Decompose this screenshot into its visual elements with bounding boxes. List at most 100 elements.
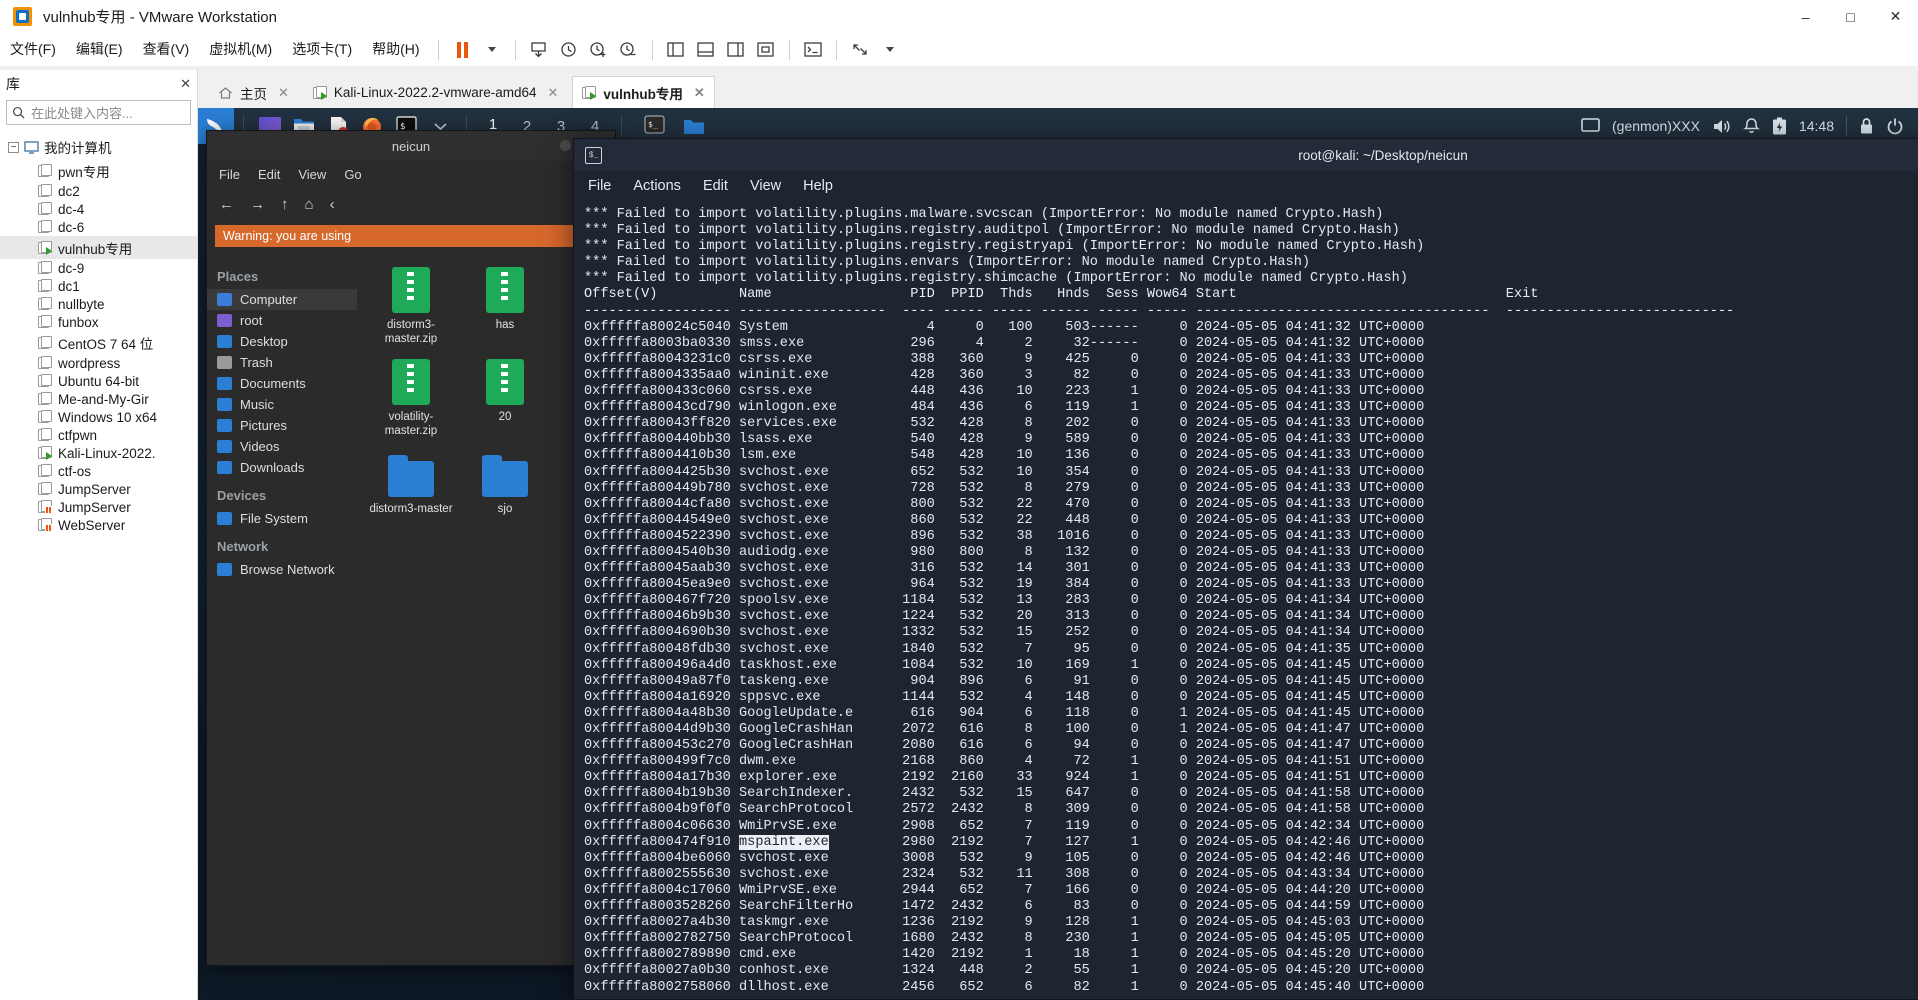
notification-bell-icon[interactable] (1742, 117, 1760, 135)
minimize-button[interactable]: – (1783, 0, 1828, 33)
folder-icon-file (461, 445, 549, 497)
vm-powered-off-icon (38, 428, 52, 442)
terminal-menu-help[interactable]: Help (803, 178, 833, 194)
tab-home[interactable]: 主页 ✕ (208, 76, 299, 108)
network-item[interactable]: Browse Network (217, 559, 357, 580)
fm-menu-file[interactable]: File (219, 167, 240, 182)
fullscreen-button[interactable] (751, 37, 781, 63)
terminal-window[interactable]: $_ root@kali: ~/Desktop/neicun File Acti… (573, 138, 1918, 1000)
toolbar-divider-2 (514, 39, 516, 60)
fm-menu-go[interactable]: Go (344, 167, 361, 182)
library-item[interactable]: Ubuntu 64-bit (0, 372, 197, 390)
console-view-button[interactable] (798, 37, 828, 63)
tab-vulnhub[interactable]: vulnhub专用 ✕ (572, 76, 715, 108)
place-item[interactable]: Computer (207, 289, 357, 310)
menu-file[interactable]: 文件(F) (0, 33, 66, 66)
terminal-menu-file[interactable]: File (588, 178, 611, 194)
menu-view[interactable]: 查看(V) (133, 33, 200, 66)
tab-vulnhub-close-icon[interactable]: ✕ (694, 85, 705, 101)
library-item[interactable]: JumpServer (0, 498, 197, 516)
library-item[interactable]: dc2 (0, 182, 197, 200)
snapshot-button[interactable] (524, 37, 554, 63)
forward-icon[interactable]: → (250, 196, 265, 213)
place-item[interactable]: Music (217, 394, 357, 415)
library-item[interactable]: nullbyte (0, 295, 197, 313)
logout-icon[interactable] (1886, 117, 1904, 135)
library-item[interactable]: funbox (0, 313, 197, 331)
menu-help[interactable]: 帮助(H) (362, 33, 429, 66)
device-item[interactable]: File System (217, 508, 357, 529)
home-icon-fm[interactable]: ⌂ (305, 196, 314, 213)
library-item[interactable]: Kali-Linux-2022. (0, 444, 197, 462)
breadcrumb-prev-icon[interactable]: ‹ (330, 196, 335, 213)
library-item[interactable]: WebServer (0, 516, 197, 534)
library-item[interactable]: pwn专用 (0, 159, 197, 182)
display-icon[interactable] (1581, 118, 1600, 134)
library-item[interactable]: dc-9 (0, 259, 197, 277)
menu-vm[interactable]: 虚拟机(M) (199, 33, 282, 66)
library-item[interactable]: wordpress (0, 354, 197, 372)
fm-menu-edit[interactable]: Edit (258, 167, 280, 182)
show-library-button[interactable] (661, 37, 691, 63)
file-item[interactable]: volatility-master.zip (367, 353, 455, 439)
file-manager-window[interactable]: neicun File Edit View Go ← → ↑ ⌂ ‹ Warni… (206, 130, 616, 966)
unity-mode-button[interactable] (845, 37, 875, 63)
pause-vm-button[interactable] (447, 37, 477, 63)
place-item[interactable]: Trash (217, 352, 357, 373)
tab-kali[interactable]: Kali-Linux-2022.2-vmware-amd64 ✕ (303, 76, 569, 108)
show-thumbnails-button[interactable] (691, 37, 721, 63)
vm-suspended-icon (38, 518, 52, 532)
volume-icon[interactable] (1712, 118, 1731, 135)
terminal-output[interactable]: *** Failed to import volatility.plugins.… (574, 201, 1918, 996)
battery-charging-icon[interactable] (1772, 117, 1787, 136)
file-item[interactable]: sjo (461, 445, 549, 516)
terminal-menu-edit[interactable]: Edit (703, 178, 728, 194)
file-manager-body: Places Computer root Desktop Trash Documents… (207, 251, 615, 951)
snapshot-back-button[interactable] (614, 37, 644, 63)
terminal-menu-actions[interactable]: Actions (633, 178, 681, 194)
up-icon[interactable]: ↑ (281, 196, 289, 213)
lock-icon[interactable] (1859, 117, 1874, 135)
close-button[interactable]: ✕ (1873, 0, 1918, 33)
tab-kali-close-icon[interactable]: ✕ (548, 85, 559, 101)
clock-label[interactable]: 14:48 (1799, 118, 1834, 134)
menu-tabs[interactable]: 选项卡(T) (282, 33, 362, 66)
file-item[interactable]: has (461, 261, 549, 347)
library-close-icon[interactable]: ✕ (180, 76, 191, 92)
place-item[interactable]: Downloads (217, 457, 357, 478)
library-item[interactable]: dc1 (0, 277, 197, 295)
row-process-name: svchost.exe (739, 641, 829, 657)
place-item[interactable]: Desktop (217, 331, 357, 352)
taskbar-file-manager-window[interactable] (681, 113, 707, 139)
library-item[interactable]: CentOS 7 64 位 (0, 331, 197, 354)
tree-root-my-computer[interactable]: − 我的计算机 (0, 135, 197, 159)
file-item[interactable]: 20 (461, 353, 549, 439)
library-item[interactable]: dc-6 (0, 218, 197, 236)
library-item[interactable]: Me-and-My-Gir (0, 390, 197, 408)
revert-snapshot-button[interactable] (554, 37, 584, 63)
place-item[interactable]: root (217, 310, 357, 331)
place-item[interactable]: Videos (217, 436, 357, 457)
place-item[interactable]: Pictures (217, 415, 357, 436)
library-item[interactable]: Windows 10 x64 (0, 408, 197, 426)
library-item[interactable]: dc-4 (0, 200, 197, 218)
library-search-input[interactable]: 在此处键入内容... (6, 100, 191, 125)
library-item[interactable]: ctfpwn (0, 426, 197, 444)
file-item[interactable]: distorm3-master.zip (367, 261, 455, 347)
unity-dropdown-button[interactable] (875, 37, 905, 63)
maximize-button[interactable]: □ (1828, 0, 1873, 33)
snapshot-manager-button[interactable] (584, 37, 614, 63)
back-icon[interactable]: ← (219, 196, 234, 213)
fm-menu-view[interactable]: View (298, 167, 326, 182)
library-item[interactable]: vulnhub专用 (0, 236, 197, 259)
show-console-button[interactable] (721, 37, 751, 63)
tree-collapse-icon[interactable]: − (8, 141, 19, 153)
file-item[interactable]: distorm3-master (367, 445, 455, 516)
menu-edit[interactable]: 编辑(E) (66, 33, 133, 66)
library-item[interactable]: ctf-os (0, 462, 197, 480)
terminal-menu-view[interactable]: View (750, 178, 781, 194)
place-item[interactable]: Documents (217, 373, 357, 394)
tab-home-close-icon[interactable]: ✕ (278, 85, 289, 101)
pause-dropdown-button[interactable] (477, 37, 507, 63)
library-item[interactable]: JumpServer (0, 480, 197, 498)
